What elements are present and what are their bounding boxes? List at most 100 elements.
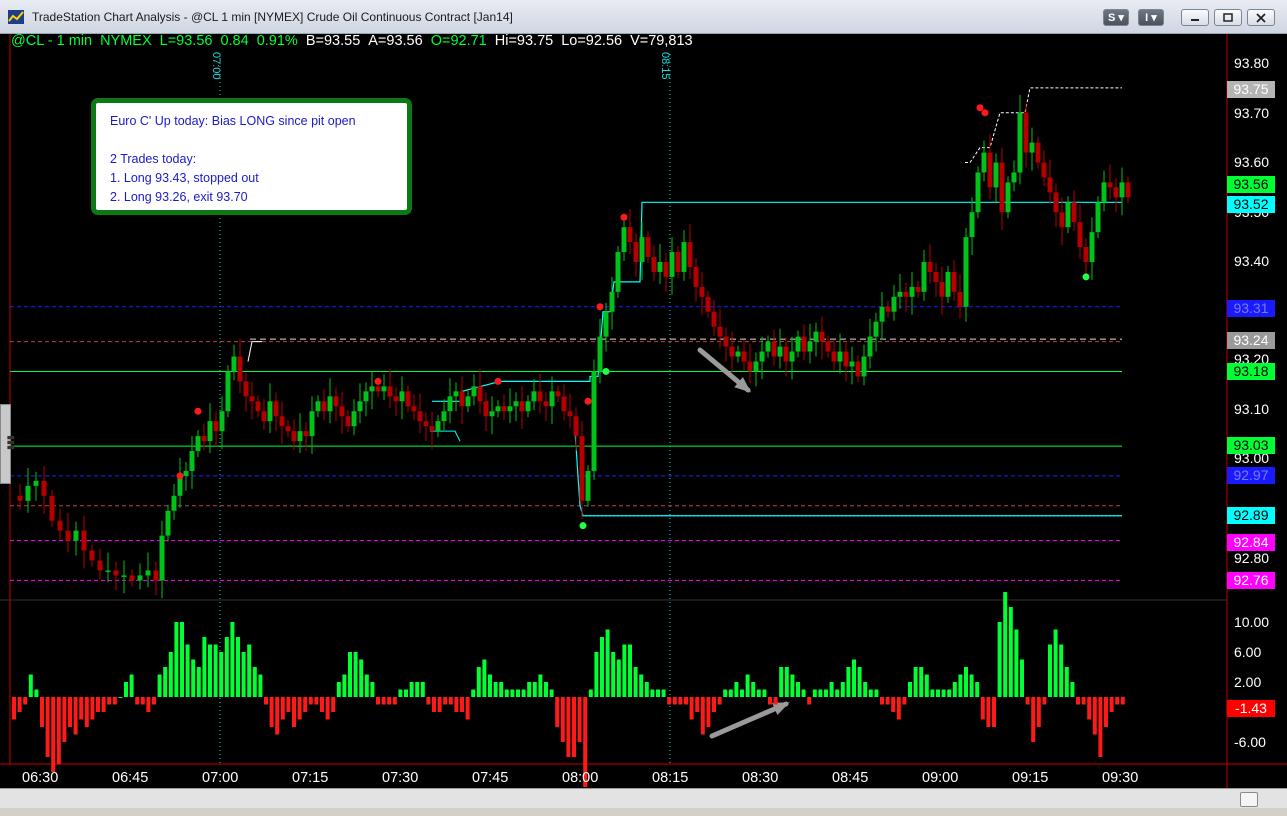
oscillator-bar xyxy=(908,682,912,697)
candle-body xyxy=(885,306,891,312)
oscillator-bar xyxy=(740,689,744,697)
price-tag-green-2: 93.03 xyxy=(1227,437,1275,454)
candle-body xyxy=(429,426,435,432)
maximize-button[interactable] xyxy=(1214,9,1242,26)
candle-body xyxy=(615,252,621,292)
price-tag-high: 93.75 xyxy=(1227,81,1275,98)
candle-body xyxy=(963,237,969,307)
candle-body xyxy=(639,237,645,262)
candle-body xyxy=(933,271,939,282)
oscillator-bar xyxy=(320,697,324,712)
oscillator-bar xyxy=(381,697,386,705)
oscillator-bar xyxy=(73,697,78,735)
osc-axis-label: 6.00 xyxy=(1234,644,1262,660)
oscillator-bar xyxy=(314,697,319,705)
oscillator-bar xyxy=(801,689,806,697)
candle-body xyxy=(621,227,627,253)
oscillator-bar xyxy=(488,674,492,697)
candle-body xyxy=(351,411,357,427)
candle-body xyxy=(201,436,207,442)
candle-body xyxy=(57,520,63,531)
candle-body xyxy=(405,391,411,407)
candle-body xyxy=(921,262,927,292)
candle-body xyxy=(137,575,143,581)
oscillator-bar xyxy=(756,689,761,697)
candle-body xyxy=(567,411,573,417)
candle-body xyxy=(939,281,945,297)
candle-body xyxy=(831,351,837,362)
scrollbar-thumb[interactable] xyxy=(1240,792,1258,807)
oscillator-bar xyxy=(779,667,784,697)
oscillator-bar xyxy=(1003,592,1008,697)
price-tag-magenta-1: 92.84 xyxy=(1227,534,1275,551)
oscillator-bar xyxy=(818,689,823,697)
oscillator-bar xyxy=(796,682,800,697)
oscillator-bar xyxy=(577,697,582,742)
oscillator-bar xyxy=(768,697,772,705)
oscillator-bar xyxy=(331,697,336,712)
oscillator-bar xyxy=(180,622,184,697)
oscillator-bar xyxy=(1014,629,1019,697)
candle-body xyxy=(909,286,915,297)
oscillator-bar xyxy=(700,697,705,735)
oscillator-bar xyxy=(62,697,67,742)
candle-body xyxy=(65,530,71,541)
candle-body xyxy=(525,401,531,412)
horizontal-scrollbar[interactable] xyxy=(0,788,1287,808)
candle-body xyxy=(693,266,699,287)
oscillator-bar xyxy=(930,689,935,697)
minimize-button[interactable] xyxy=(1181,9,1209,26)
oscillator-bar xyxy=(689,697,694,720)
candle-body xyxy=(441,411,447,422)
time-axis-label: 07:45 xyxy=(472,770,509,786)
close-button[interactable] xyxy=(1247,9,1275,26)
oscillator-bar xyxy=(1081,697,1086,705)
candle-body xyxy=(121,575,127,577)
session-marker-label: 07:00 xyxy=(210,52,222,80)
oscillator-bar xyxy=(124,682,128,697)
sell-signal-dot xyxy=(494,377,502,385)
oscillator-bar xyxy=(527,682,532,697)
oscillator-bar xyxy=(936,689,940,697)
oscillator-bar xyxy=(1070,682,1075,697)
oscillator-bar xyxy=(286,697,291,712)
candle-body xyxy=(1083,247,1089,262)
candle-body xyxy=(747,361,753,372)
oscillator-bar xyxy=(236,637,240,697)
oscillator-bar xyxy=(566,697,571,757)
candle-body xyxy=(777,346,783,357)
candle-body xyxy=(213,421,219,432)
left-panel-tab[interactable]: ▮▮▮ xyxy=(0,404,17,484)
oscillator-bar xyxy=(745,674,750,697)
oscillator-bar xyxy=(712,697,716,712)
oscillator-bar xyxy=(465,697,470,720)
candle-body xyxy=(207,421,213,442)
oscillator-bar xyxy=(353,652,358,697)
oscillator-bar xyxy=(224,637,229,697)
indicator-menu-button[interactable]: I ▾ xyxy=(1138,9,1164,26)
candle-body xyxy=(711,311,717,327)
sell-signal-dot xyxy=(596,303,604,311)
oscillator-bar xyxy=(101,697,106,712)
oscillator-bar xyxy=(196,667,201,697)
osc-axis-label: 10.00 xyxy=(1234,614,1270,630)
oscillator-bar xyxy=(952,682,957,697)
oscillator-bar xyxy=(112,697,117,705)
oscillator-bar xyxy=(1008,607,1013,697)
trailing-line xyxy=(247,341,262,362)
candle-body xyxy=(411,406,417,412)
candle-body xyxy=(1017,112,1023,173)
oscillator-bar xyxy=(17,697,22,712)
candle-body xyxy=(801,336,807,352)
oscillator-bar xyxy=(219,652,224,697)
candle-body xyxy=(795,336,801,352)
legend-change: 0.84 xyxy=(220,33,249,49)
oscillator-bar xyxy=(1115,697,1120,705)
candle-body xyxy=(357,401,363,412)
styles-menu-button[interactable]: S ▾ xyxy=(1103,9,1129,26)
price-tag-last: 93.56 xyxy=(1227,176,1275,193)
candle-body xyxy=(255,401,261,412)
trade-note-box[interactable]: Euro C' Up today: Bias LONG since pit op… xyxy=(91,98,412,215)
candle-body xyxy=(41,480,47,496)
oscillator-bar xyxy=(308,697,313,705)
